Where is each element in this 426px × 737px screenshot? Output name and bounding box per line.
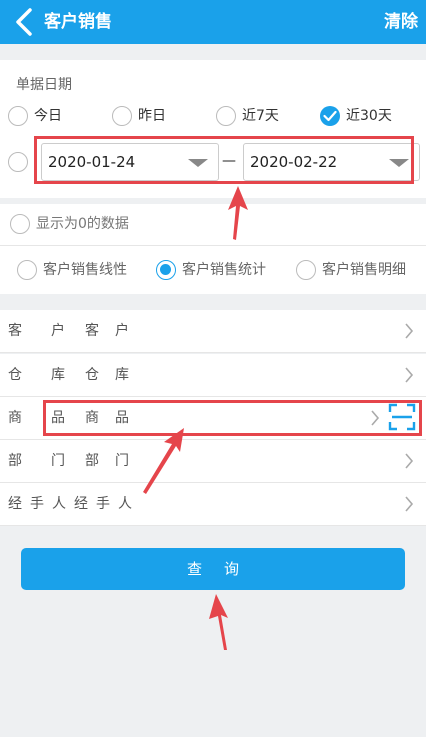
filter-label: 库: [115, 367, 129, 383]
radio-circle: [10, 214, 30, 234]
filter-row-warehouse[interactable]: 仓 库仓 库: [0, 354, 426, 397]
radio-circle: [8, 152, 28, 172]
filter-label: 仓: [8, 367, 22, 383]
filter-label: 门: [115, 453, 129, 469]
date-option-label: 近30天: [346, 108, 392, 124]
filter-label: 库仓: [51, 367, 119, 383]
report-type-label: 客户销售统计: [182, 262, 266, 278]
caret-down-icon: [389, 159, 409, 167]
chevron-right-icon: [405, 496, 414, 512]
caret-down-icon: [188, 159, 208, 167]
check-icon: [320, 106, 340, 126]
filter-row-department[interactable]: 部 门部 门: [0, 440, 426, 483]
date-option-yesterday[interactable]: 昨日: [112, 106, 166, 126]
chevron-left-icon: [16, 8, 32, 36]
date-option-label: 近7天: [242, 108, 279, 124]
query-button[interactable]: 查询: [21, 548, 405, 590]
annotation-arrow-icon: [209, 594, 228, 650]
back-button[interactable]: [10, 7, 40, 37]
chevron-right-icon: [371, 410, 380, 426]
filter-label: 户客: [51, 323, 119, 339]
show-zero-row: 显示为0的数据: [0, 204, 426, 246]
report-type-linear[interactable]: 客户销售线性: [17, 260, 127, 280]
filter-label: 商: [8, 410, 22, 426]
date-option-today[interactable]: 今日: [8, 106, 62, 126]
clear-button[interactable]: 清除: [384, 11, 418, 33]
radio-circle: [17, 260, 37, 280]
chevron-right-icon: [405, 323, 414, 339]
report-type-row: 客户销售线性 客户销售统计 客户销售明细: [0, 246, 426, 294]
page-title: 客户销售: [44, 12, 112, 32]
end-date-value: 2020-02-22: [250, 153, 338, 171]
filter-label: 部: [8, 453, 22, 469]
date-option-30days[interactable]: 近30天: [320, 106, 392, 126]
filter-row-customer[interactable]: 客 户客 户: [0, 310, 426, 353]
start-date-value: 2020-01-24: [48, 153, 136, 171]
filter-row-handler[interactable]: 经 手人经手人: [0, 483, 426, 526]
radio-circle: [296, 260, 316, 280]
start-date-select[interactable]: 2020-01-24: [41, 143, 219, 181]
filter-label: 客: [8, 323, 22, 339]
report-type-label: 客户销售明细: [322, 262, 406, 278]
report-type-label: 客户销售线性: [43, 262, 127, 278]
date-option-label: 昨日: [138, 108, 166, 124]
filter-label: 品商: [51, 410, 119, 426]
radio-circle: [8, 106, 28, 126]
filter-label: 手人经手人: [30, 496, 140, 512]
filter-label: 门部: [51, 453, 119, 469]
report-type-detail[interactable]: 客户销售明细: [296, 260, 406, 280]
date-option-7days[interactable]: 近7天: [216, 106, 279, 126]
scan-icon[interactable]: [388, 403, 416, 431]
radio-circle: [112, 106, 132, 126]
radio-circle: [216, 106, 236, 126]
show-zero-toggle[interactable]: 显示为0的数据: [10, 214, 129, 234]
report-type-statistics[interactable]: 客户销售统计: [156, 260, 266, 280]
date-option-custom[interactable]: [8, 152, 34, 172]
chevron-right-icon: [405, 367, 414, 383]
title-bar: 客户销售 清除: [0, 0, 426, 44]
filter-label: 经: [8, 496, 22, 512]
radio-selected-icon: [156, 260, 176, 280]
date-range-separator: —: [222, 153, 236, 169]
filter-label: 品: [115, 410, 129, 426]
chevron-right-icon: [405, 453, 414, 469]
filter-row-product[interactable]: 商 品商 品: [0, 397, 426, 440]
date-option-label: 今日: [34, 108, 62, 124]
end-date-select[interactable]: 2020-02-22: [243, 143, 420, 181]
filter-label: 户: [115, 323, 129, 339]
date-section-label: 单据日期: [16, 77, 72, 93]
show-zero-label: 显示为0的数据: [36, 216, 129, 232]
